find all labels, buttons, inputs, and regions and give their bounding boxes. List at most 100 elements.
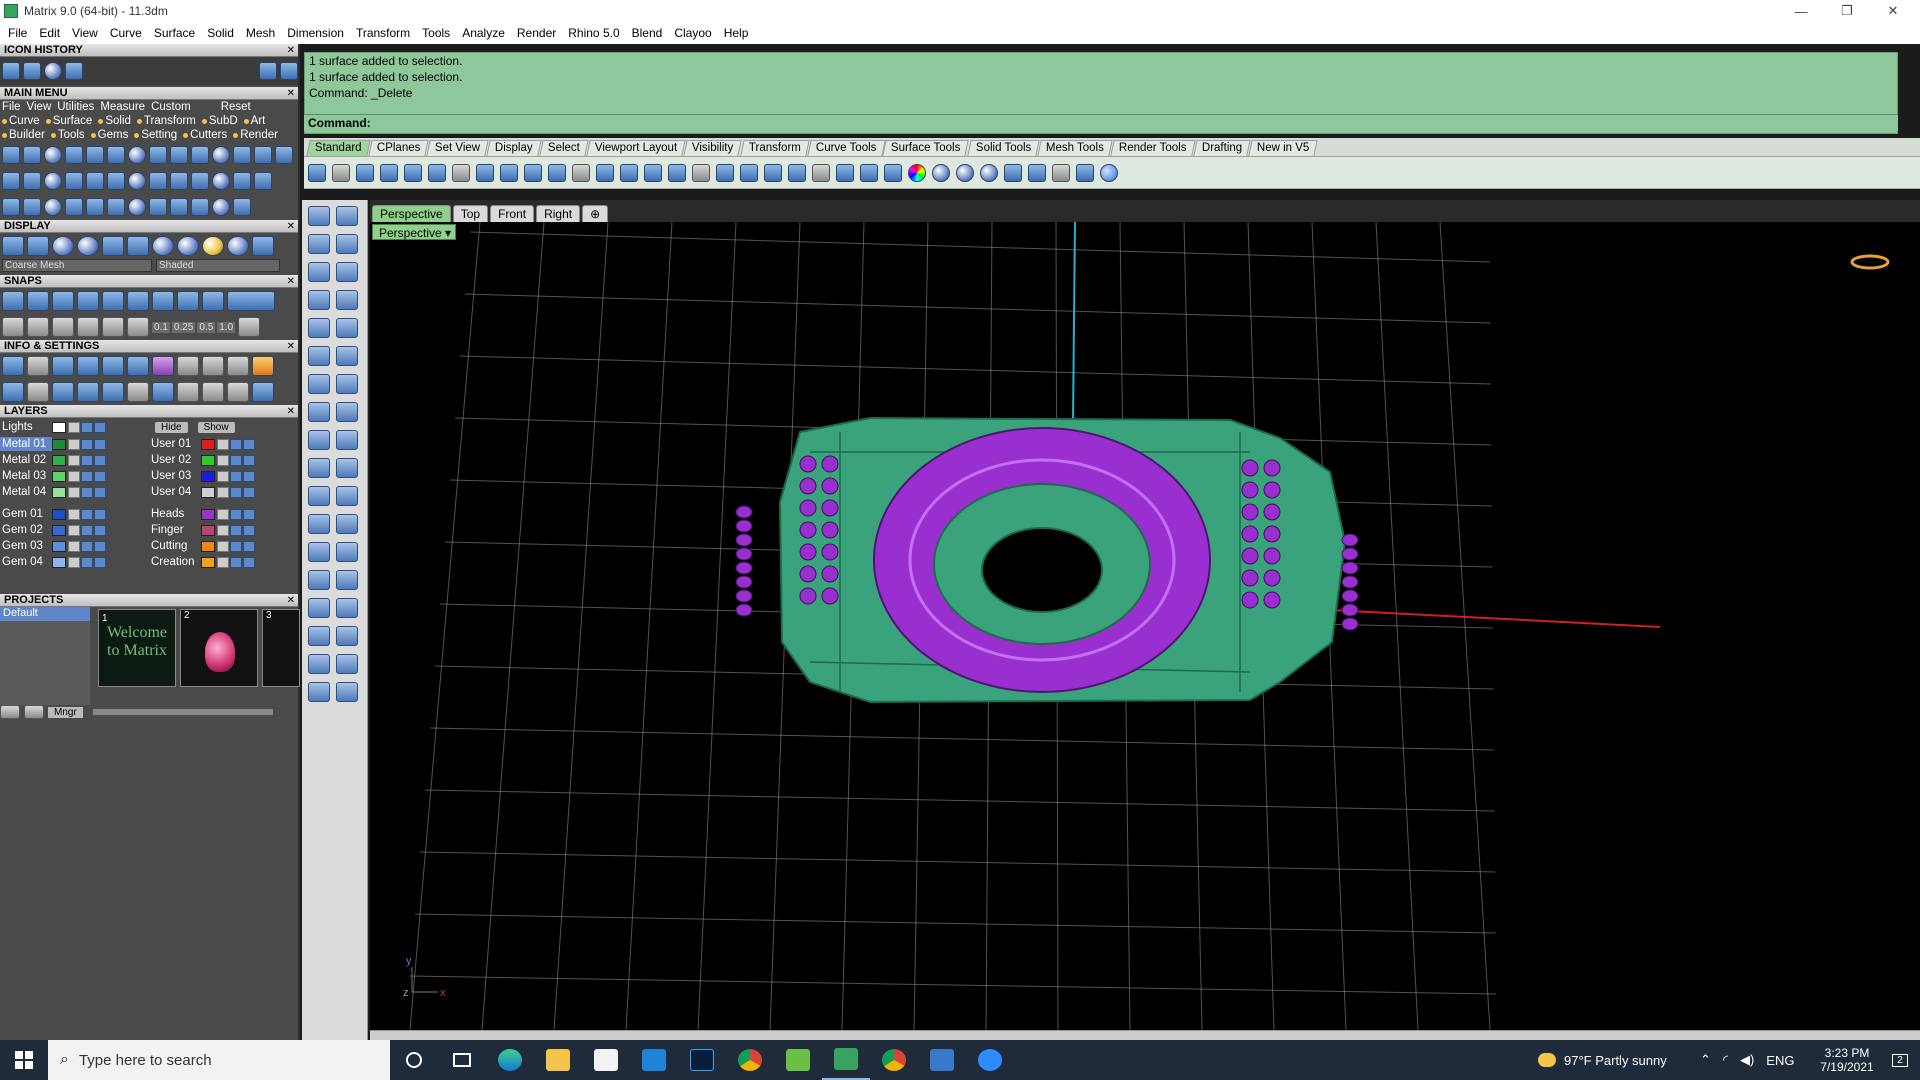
minimize-button[interactable]: — — [1778, 0, 1824, 22]
icon-history-close-icon[interactable]: ✕ — [287, 44, 295, 57]
main-menu-tool-icon[interactable] — [233, 172, 251, 190]
add-viewport-tab[interactable]: ⊕ — [582, 205, 609, 222]
layer-current-icon[interactable] — [94, 454, 106, 466]
layer-current-icon[interactable] — [243, 508, 255, 520]
main-menu-surface[interactable]: Surface — [45, 115, 92, 127]
layer-name[interactable]: Metal 03 — [0, 469, 52, 483]
layer-visible-icon[interactable] — [230, 438, 242, 450]
network-tool-icon[interactable] — [336, 458, 358, 478]
settings-icon[interactable] — [1052, 163, 1070, 182]
mirror-tool-icon[interactable] — [336, 570, 358, 590]
main-menu-tool-icon[interactable] — [149, 172, 167, 190]
info-settings-close-icon[interactable]: ✕ — [287, 340, 295, 353]
tab-drafting[interactable]: Drafting — [1192, 140, 1251, 156]
main-menu-view[interactable]: View — [27, 101, 52, 113]
shade-icon[interactable] — [932, 163, 950, 182]
main-menu-tool-icon[interactable] — [254, 172, 272, 190]
weight-icon[interactable] — [202, 356, 224, 376]
line-tool-icon[interactable] — [308, 234, 330, 254]
extrude-tool-icon[interactable] — [308, 374, 330, 394]
snap-value[interactable]: 0.25 — [171, 321, 196, 333]
edge-gem[interactable] — [1341, 561, 1359, 575]
filter-icon[interactable] — [102, 382, 124, 402]
layer-current-icon[interactable] — [243, 486, 255, 498]
edge-gem[interactable] — [735, 519, 753, 533]
viewport-label-dropdown[interactable]: Perspective ▾ — [372, 224, 457, 240]
group-tool-icon[interactable] — [308, 654, 330, 674]
int-snap-icon[interactable] — [127, 291, 149, 311]
layer-current-icon[interactable] — [243, 524, 255, 536]
save-info-icon[interactable] — [102, 356, 124, 376]
edge-gem[interactable] — [1341, 603, 1359, 617]
edge-gem[interactable] — [735, 533, 753, 547]
polyline-tool-icon[interactable] — [336, 234, 358, 254]
sparkle-icon[interactable] — [127, 382, 149, 402]
tab-solid-tools[interactable]: Solid Tools — [966, 140, 1040, 156]
close-button[interactable]: ✕ — [1870, 0, 1916, 22]
layer-lock-icon[interactable] — [217, 556, 229, 568]
render-sphere-icon[interactable] — [77, 236, 99, 256]
zoom-app-icon[interactable] — [966, 1040, 1014, 1080]
background-icon[interactable] — [252, 236, 274, 256]
edge-icon[interactable] — [486, 1040, 534, 1080]
viewport-tab-right[interactable]: Right — [536, 205, 581, 222]
layer-name[interactable]: Finger — [149, 523, 201, 537]
file-explorer-icon[interactable] — [534, 1040, 582, 1080]
tan-snap-icon[interactable] — [177, 291, 199, 311]
main-menu-utilities[interactable]: Utilities — [57, 101, 94, 113]
gem-stone[interactable] — [799, 499, 817, 517]
gem-stone[interactable] — [1241, 503, 1259, 521]
layer-color-swatch[interactable] — [52, 438, 66, 450]
layer-color-swatch[interactable] — [201, 454, 215, 466]
tab-render-tools[interactable]: Render Tools — [1110, 140, 1196, 156]
restore-button[interactable]: ❐ — [1824, 0, 1870, 22]
chrome-2-icon[interactable] — [870, 1040, 918, 1080]
circle-tool-icon[interactable] — [308, 262, 330, 282]
main-menu-tool-icon[interactable] — [2, 198, 20, 216]
layer-current-icon[interactable] — [243, 470, 255, 482]
layer-visible-icon[interactable] — [230, 524, 242, 536]
main-menu-tool-icon[interactable] — [23, 146, 41, 164]
layer-visible-icon[interactable] — [230, 454, 242, 466]
join-tool-icon[interactable] — [308, 626, 330, 646]
material-icon[interactable] — [980, 163, 998, 182]
layout-icon[interactable] — [23, 62, 41, 80]
add-project-icon[interactable] — [0, 705, 20, 719]
main-menu-transform[interactable]: Transform — [136, 115, 196, 127]
price-icon[interactable] — [227, 356, 249, 376]
layer-color-swatch[interactable] — [52, 540, 66, 552]
layer-color-swatch[interactable] — [52, 508, 66, 520]
hide-button[interactable]: Hide — [155, 421, 188, 433]
dashes-snap-icon[interactable] — [77, 317, 99, 337]
menu-solid[interactable]: Solid — [207, 26, 234, 40]
layer-visible-icon[interactable] — [81, 486, 93, 498]
main-menu-tool-icon[interactable] — [107, 198, 125, 216]
weather-widget[interactable]: 97°F Partly sunny — [1538, 1040, 1667, 1080]
main-menu-custom[interactable]: Custom — [151, 101, 191, 113]
gem-stone[interactable] — [821, 499, 839, 517]
chrome-sphere-icon[interactable] — [227, 236, 249, 256]
menu-curve[interactable]: Curve — [110, 26, 142, 40]
main-menu-tool-icon[interactable] — [170, 172, 188, 190]
mid-snap-icon[interactable] — [77, 291, 99, 311]
grid-display-icon[interactable] — [127, 236, 149, 256]
layer-lock-icon[interactable] — [217, 438, 229, 450]
gem-stone[interactable] — [821, 565, 839, 583]
back-arrow-icon[interactable] — [259, 62, 277, 80]
layer-lock-icon[interactable] — [217, 486, 229, 498]
gem-stone[interactable] — [1263, 503, 1281, 521]
main-menu-tool-icon[interactable] — [170, 198, 188, 216]
gem-stone[interactable] — [821, 455, 839, 473]
language-indicator[interactable]: ENG — [1766, 1053, 1794, 1068]
menu-file[interactable]: File — [8, 26, 27, 40]
main-menu-tool-icon[interactable] — [2, 172, 20, 190]
zoom-fit-icon[interactable] — [227, 382, 249, 402]
paste-icon[interactable] — [476, 163, 494, 182]
layer-row[interactable]: User 04 — [149, 484, 298, 500]
rotate-tool-icon[interactable] — [336, 542, 358, 562]
gem-stone[interactable] — [799, 477, 817, 495]
layer-color-swatch[interactable] — [52, 486, 66, 498]
main-menu-file[interactable]: File — [2, 101, 21, 113]
gem-stone[interactable] — [1241, 481, 1259, 499]
layer-current-icon[interactable] — [94, 540, 106, 552]
